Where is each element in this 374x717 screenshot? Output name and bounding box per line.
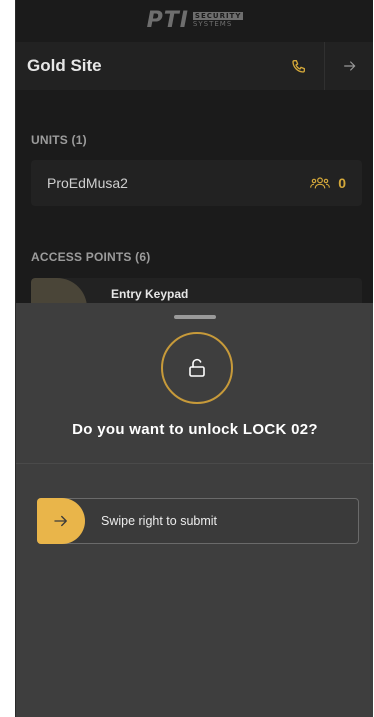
logout-button[interactable] (324, 42, 373, 90)
swipe-to-submit[interactable]: Swipe right to submit (37, 498, 359, 544)
sheet-divider (16, 463, 373, 464)
swipe-label: Swipe right to submit (101, 514, 218, 528)
brand-line2: SYSTEMS (192, 20, 233, 28)
access-point-name: Entry Keypad (111, 287, 189, 301)
unlock-bottom-sheet: Do you want to unlock LOCK 02? Swipe rig… (16, 303, 373, 717)
unlock-question: Do you want to unlock LOCK 02? (72, 421, 318, 438)
access-points-section-label: ACCESS POINTS (6) (31, 250, 151, 264)
users-icon (310, 177, 331, 189)
arrow-right-icon (343, 61, 355, 71)
app-screen: PTI SECURITY SYSTEMS Gold Site UNITS (1)… (15, 0, 373, 717)
brand-pti: PTI (146, 7, 189, 33)
unit-name: ProEdMusa2 (47, 175, 128, 191)
units-section-label: UNITS (1) (31, 133, 87, 147)
sheet-drag-handle[interactable] (174, 315, 216, 319)
site-header: Gold Site (16, 42, 373, 90)
lock-badge (161, 332, 233, 404)
swipe-knob[interactable] (37, 498, 85, 544)
brand-subtitle: SECURITY SYSTEMS (192, 12, 244, 28)
brand-logo: PTI SECURITY SYSTEMS (16, 0, 373, 40)
unit-row[interactable]: ProEdMusa2 0 (31, 160, 362, 206)
unit-count-value: 0 (338, 175, 346, 191)
arrow-right-icon (54, 515, 67, 527)
brand-line1: SECURITY (192, 12, 244, 20)
site-title: Gold Site (27, 56, 102, 75)
call-button[interactable] (274, 42, 324, 90)
phone-icon (292, 60, 305, 73)
unlock-icon (189, 358, 205, 377)
unit-count: 0 (310, 175, 346, 191)
